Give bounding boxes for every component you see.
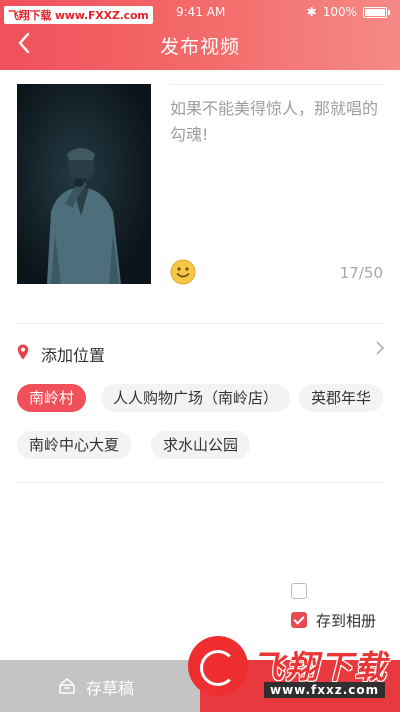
add-location-label: 添加位置 [41, 346, 106, 365]
caption-top-divider [170, 84, 384, 85]
status-time: 9:41 AM [176, 5, 226, 19]
bluetooth-icon: ✱ [306, 5, 317, 19]
video-cover[interactable] [17, 84, 151, 284]
battery-percent: 100% [322, 5, 357, 19]
status-bar: 飞翔下载 www.FXXZ.com 9:41 AM ✱ 100% [0, 0, 400, 26]
page-title: 发布视频 [159, 36, 240, 58]
watermark-label: 飞翔下载 www.FXXZ.com [4, 6, 153, 24]
watermark-logo-mark [200, 650, 236, 686]
char-counter: 17/50 [339, 264, 383, 282]
map-pin-icon [17, 344, 29, 360]
header-bar: 飞翔下载 www.FXXZ.com 9:41 AM ✱ 100% 发布视频 [0, 0, 400, 70]
location-chip[interactable]: 南岭中心大夏 [17, 431, 132, 459]
save-draft-button[interactable]: 存草稿 [0, 660, 200, 712]
extra-checkbox[interactable] [291, 583, 307, 599]
watermark-logo-url: www.fxxz.com [264, 682, 386, 698]
add-location-row[interactable]: 添加位置 [17, 338, 387, 368]
location-chip[interactable]: 英郡年华 [299, 384, 384, 412]
location-chip[interactable]: 南岭村 [17, 384, 87, 412]
battery-icon [363, 6, 387, 18]
location-chip[interactable]: 人人购物广场（南岭店） [101, 384, 291, 412]
watermark-logo: 飞翔下载 www.fxxz.com [186, 634, 400, 712]
save-draft-label: 存草稿 [86, 679, 135, 698]
save-to-album-checkbox[interactable] [291, 612, 307, 628]
cover-image [17, 84, 151, 284]
save-to-album-label: 存到相册 [316, 612, 377, 630]
status-right: ✱ 100% [307, 5, 390, 19]
watermark-logo-circle [188, 636, 248, 696]
draft-box-icon [59, 678, 75, 694]
battery-tip [388, 9, 390, 15]
caption-input[interactable]: 如果不能美得惊人，那就唱的勾魂! [170, 96, 390, 148]
location-chip[interactable]: 求水山公园 [151, 431, 251, 459]
smiley-icon [170, 259, 196, 285]
emoji-button[interactable] [170, 259, 196, 285]
chevron-right-icon [375, 340, 385, 361]
section-divider [17, 482, 383, 483]
section-divider [17, 323, 383, 324]
